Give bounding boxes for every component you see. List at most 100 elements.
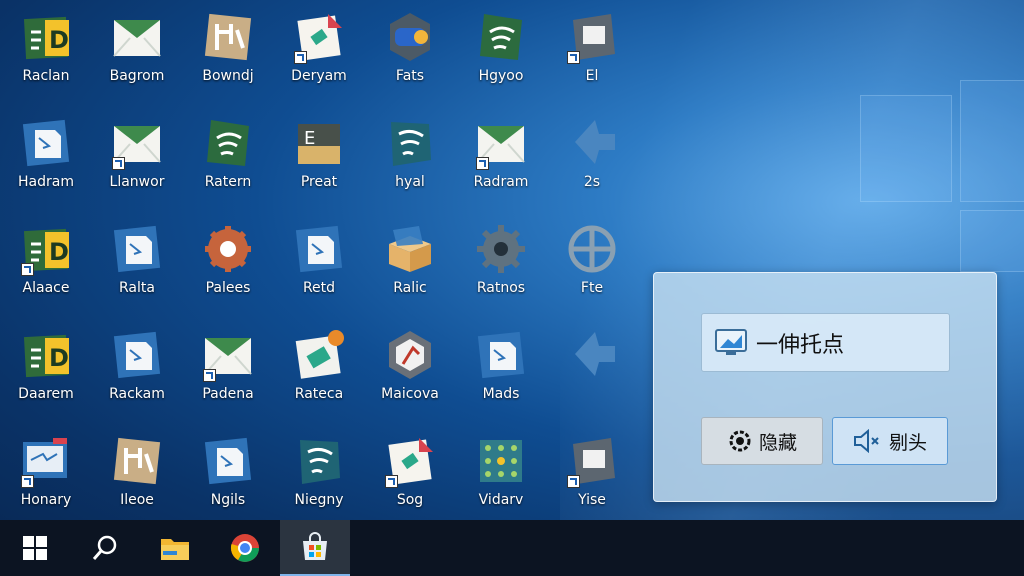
desktop-icon[interactable] [549,318,635,414]
svg-text:D: D [49,238,69,266]
mute-button-label: 剔头 [888,431,927,454]
desktop-icon[interactable]: Fte [549,212,635,308]
desktop-icon-label: Daarem [18,386,74,402]
desktop-icon[interactable]: Deryam [276,0,362,96]
dotted-grid-icon [474,434,528,488]
desktop-icon[interactable]: El [549,0,635,96]
desktop-icon[interactable]: Bagrom [94,0,180,96]
desktop-icon[interactable]: hyal [367,106,453,202]
svg-text:D: D [49,344,69,372]
start-icon [23,536,47,560]
gray-gear-icon [474,222,528,276]
floating-panel: 一伸托点 隐藏 剔头 [653,272,997,502]
desktop-icon-label: Deryam [291,68,347,84]
desktop-icon-label: Sog [396,492,424,508]
blue-paper-icon [110,222,164,276]
desktop-icon[interactable]: Ralic [367,212,453,308]
desktop-icon[interactable]: Padena [185,318,271,414]
desktop-icon[interactable]: Radram [458,106,544,202]
desktop-icon-label: Ileoe [120,492,154,508]
desktop-icon-label: Palees [205,280,251,296]
blue-arrow-icon [565,328,619,382]
blue-paper-icon [110,328,164,382]
desktop-icon[interactable]: D Raclan [3,0,89,96]
paper-orange-badge-icon [292,328,346,382]
envelope-icon [110,116,164,170]
paper-red-corner-icon [383,434,437,488]
wallpaper-window-pane [960,210,1024,272]
desktop-icon-label: Retd [302,280,336,296]
desktop-icon[interactable]: Bowndj [185,0,271,96]
blue-monitor-icon [19,434,73,488]
desktop-icon[interactable]: Ngils [185,424,271,520]
blue-paper-icon [19,116,73,170]
blue-paper-icon [201,434,255,488]
shortcut-arrow-icon [21,475,34,488]
desktop-icon[interactable]: Maicova [367,318,453,414]
desktop-icon[interactable]: Fats [367,0,453,96]
green-wifi-icon [474,10,528,64]
shortcut-arrow-icon [112,157,125,170]
start-button[interactable] [0,520,70,576]
desktop-icon-label: Vidarv [478,492,524,508]
desktop-icon[interactable]: Honary [3,424,89,520]
document-green-yellow-icon: D [19,10,73,64]
speaker-mute-icon [853,429,879,453]
desktop-icon-label: Maicova [381,386,439,402]
blue-arrow-icon [565,116,619,170]
mute-button[interactable]: 剔头 [832,417,948,465]
desktop-icon-label: Padena [202,386,254,402]
desktop-icon[interactable]: D Daarem [3,318,89,414]
desktop-icon[interactable]: Rackam [94,318,180,414]
desktop-icon[interactable]: Rateca [276,318,362,414]
desktop-icon[interactable]: E Preat [276,106,362,202]
desktop-icon-label: Raclan [22,68,70,84]
shortcut-arrow-icon [476,157,489,170]
desktop-icon-label: Alaace [22,280,70,296]
hide-button-label: 隐藏 [758,431,797,454]
desktop-icon[interactable]: Ratnos [458,212,544,308]
hexagon-icon [383,328,437,382]
teal-wifi-icon [292,434,346,488]
desktop-icon-label: Yise [578,492,606,508]
desktop-icon[interactable]: Vidarv [458,424,544,520]
desktop-icon[interactable]: Sog [367,424,453,520]
chrome-button[interactable] [210,520,280,576]
desktop-icon-label: 2s [583,174,601,190]
panel-field-text: 一伸托点 [756,332,845,358]
shortcut-arrow-icon [567,51,580,64]
desktop-icon[interactable]: Ratern [185,106,271,202]
desktop-icon[interactable]: Palees [185,212,271,308]
document-green-yellow-icon: D [19,222,73,276]
desktop-icon-label: Llanwor [109,174,165,190]
desktop-icon[interactable]: Retd [276,212,362,308]
desktop-icon[interactable]: D Alaace [3,212,89,308]
wallpaper-window-pane [960,80,1024,202]
tan-tool-icon [110,434,164,488]
svg-text:D: D [49,26,69,54]
desktop-icon[interactable]: Yise [549,424,635,520]
store-button[interactable] [280,520,350,576]
desktop-icon[interactable]: Mads [458,318,544,414]
desktop-icon-label: Preat [300,174,338,190]
desktop-icon-label: El [585,68,599,84]
tan-tool-icon [201,10,255,64]
desktop-icon[interactable]: Ileoe [94,424,180,520]
desktop-icon[interactable]: Hgyoo [458,0,544,96]
desktop-icon[interactable]: Hadram [3,106,89,202]
paper-red-corner-icon [292,10,346,64]
desktop-icon[interactable]: Niegny [276,424,362,520]
store-icon [303,532,327,560]
desktop-icon[interactable]: 2s [549,106,635,202]
panel-text-field[interactable]: 一伸托点 [701,313,950,372]
desktop-icon-label: Fte [580,280,604,296]
envelope-icon [474,116,528,170]
desktop-icon-label: Bagrom [109,68,165,84]
desktop-icon[interactable]: Llanwor [94,106,180,202]
hide-button[interactable]: 隐藏 [701,417,823,465]
file-explorer-button[interactable] [140,520,210,576]
desktop-icon[interactable]: Ralta [94,212,180,308]
folder-icon [161,539,189,560]
search-button[interactable] [70,520,140,576]
desktop-icon-label: Ngils [210,492,246,508]
